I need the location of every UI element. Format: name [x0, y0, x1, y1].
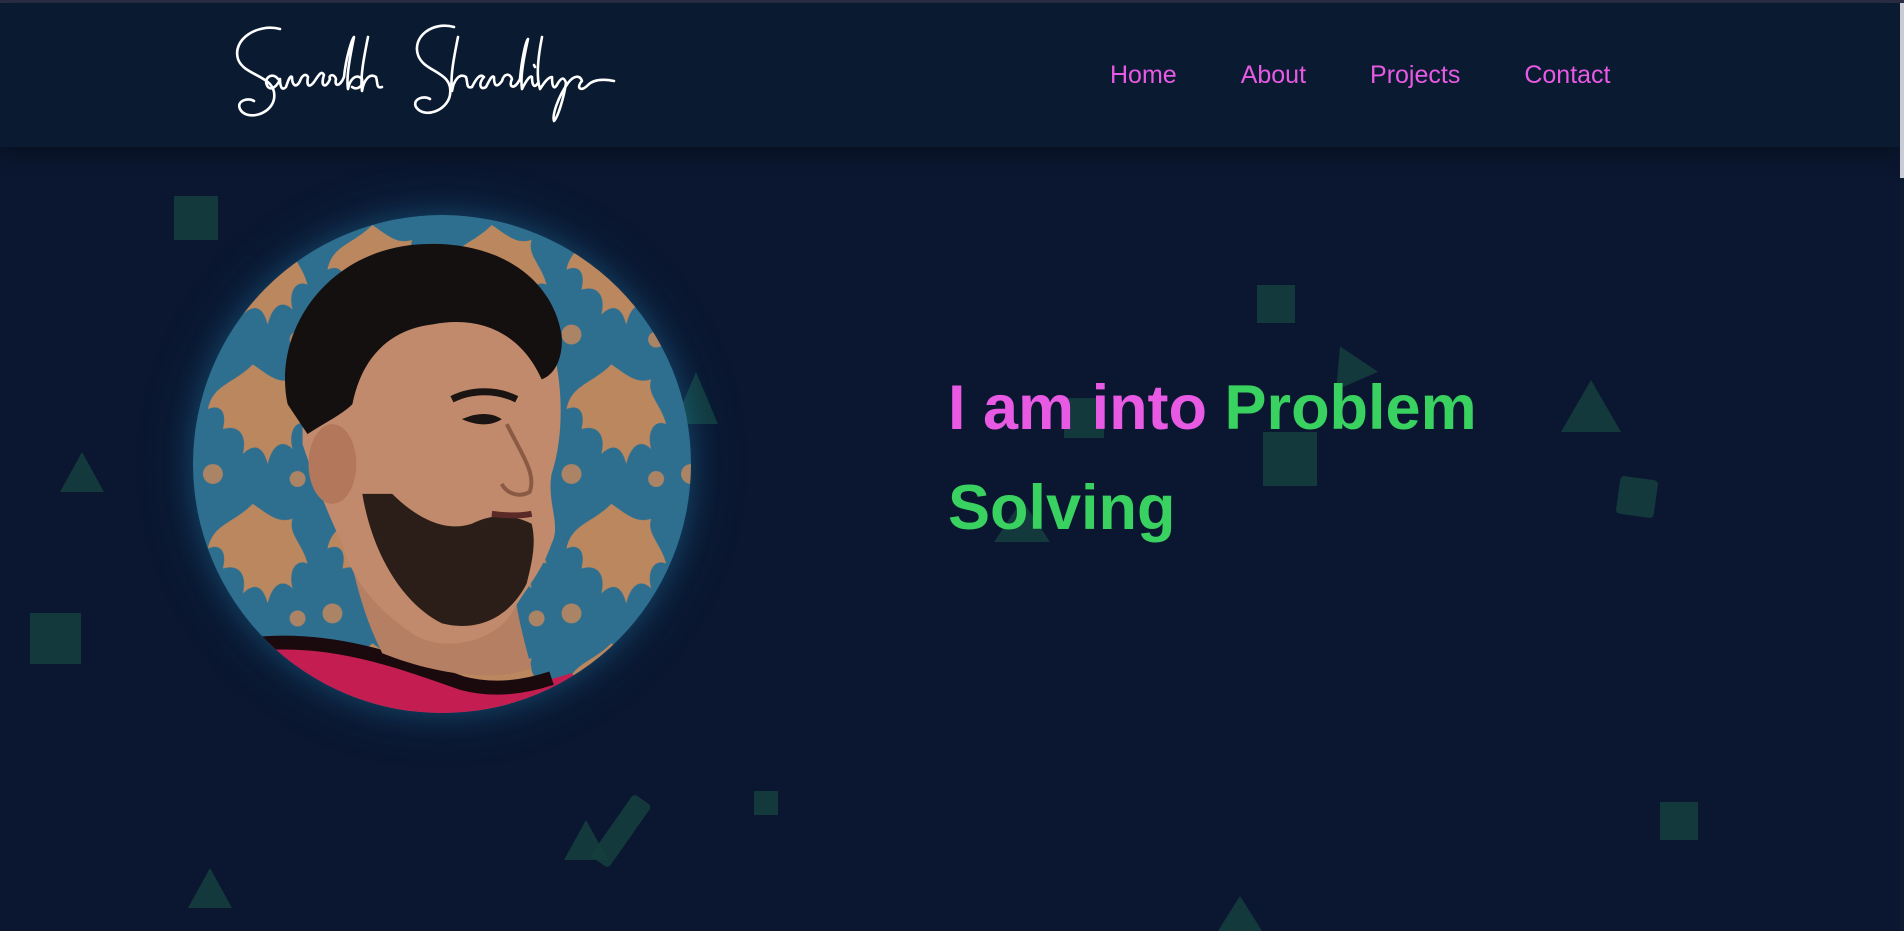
bg-triangle	[1561, 380, 1621, 432]
logo[interactable]	[218, 17, 628, 132]
bg-triangle	[188, 868, 232, 908]
bg-triangle	[1218, 896, 1262, 931]
profile-photo-icon	[193, 215, 691, 713]
bg-triangle	[60, 452, 104, 492]
scrollbar-thumb[interactable]	[1900, 3, 1904, 178]
nav-contact-link[interactable]: Contact	[1524, 61, 1610, 90]
nav-home-link[interactable]: Home	[1110, 61, 1177, 90]
bg-square	[1257, 285, 1295, 323]
bg-square	[754, 791, 778, 815]
nav-about-link[interactable]: About	[1241, 61, 1306, 90]
signature-logo-icon	[235, 24, 616, 123]
navbar: Home About Projects Contact	[0, 3, 1900, 147]
bg-triangle	[564, 820, 608, 860]
bg-square	[174, 196, 218, 240]
nav-links: Home About Projects Contact	[1110, 61, 1611, 90]
hero-headline: I am into Problem Solving	[948, 358, 1568, 558]
bg-square	[30, 613, 81, 664]
portfolio-page: Home About Projects Contact I am into Pr…	[0, 0, 1904, 931]
headline-prefix: I am into	[948, 373, 1225, 443]
bg-square	[1615, 475, 1659, 519]
bg-square	[1660, 802, 1698, 840]
profile-avatar	[193, 215, 691, 713]
nav-projects-link[interactable]: Projects	[1370, 61, 1460, 90]
